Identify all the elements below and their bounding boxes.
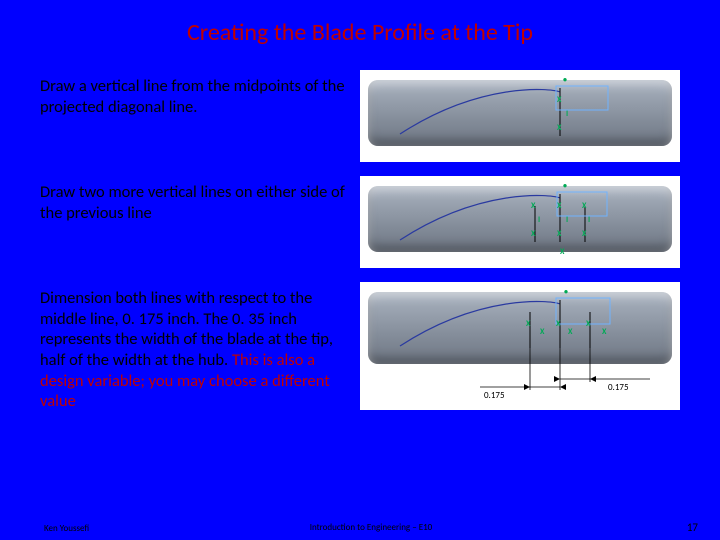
svg-text:I: I <box>566 215 568 225</box>
step-image: • XX XX XX 0.175 0.175 <box>360 282 680 410</box>
svg-text:X: X <box>582 201 587 211</box>
svg-text:•: • <box>564 287 568 297</box>
svg-text:X: X <box>557 95 562 105</box>
sketch-overlay: • XXX III XXX X <box>360 176 680 268</box>
page-number: 17 <box>480 521 720 534</box>
svg-text:X: X <box>557 123 562 133</box>
svg-text:X: X <box>557 201 562 211</box>
step-text: Draw a vertical line from the midpoints … <box>40 70 350 117</box>
footer: Ken Youssefi Introduction to Engineering… <box>0 521 720 534</box>
svg-text:X: X <box>531 201 536 211</box>
svg-text:•: • <box>563 181 567 191</box>
svg-text:X: X <box>557 229 562 239</box>
step-image: • XXX III XXX X <box>360 176 680 268</box>
svg-text:X: X <box>602 327 607 337</box>
dimension-label: 0.175 <box>484 390 505 401</box>
svg-text:X: X <box>582 229 587 239</box>
svg-text:X: X <box>568 327 573 337</box>
svg-text:X: X <box>556 319 561 329</box>
sketch-overlay: • XX XX XX <box>360 282 680 410</box>
content: Draw a vertical line from the midpoints … <box>0 70 720 412</box>
dimension-label: 0.175 <box>608 382 629 393</box>
slide-title: Creating the Blade Profile at the Tip <box>0 18 720 47</box>
svg-text:I: I <box>588 215 590 225</box>
svg-text:I: I <box>538 215 540 225</box>
step-row: Dimension both lines with respect to the… <box>0 282 720 412</box>
svg-text:X: X <box>586 319 591 329</box>
svg-text:I: I <box>566 109 568 119</box>
step-row: Draw two more vertical lines on either s… <box>0 176 720 268</box>
svg-text:X: X <box>560 247 565 257</box>
sketch-overlay: • X I X <box>360 70 680 162</box>
svg-text:X: X <box>526 319 531 329</box>
step-text: Draw two more vertical lines on either s… <box>40 176 350 223</box>
footer-author: Ken Youssefi <box>0 523 262 534</box>
svg-text:•: • <box>563 75 567 85</box>
footer-course: Introduction to Engineering – E10 <box>262 522 480 534</box>
step-row: Draw a vertical line from the midpoints … <box>0 70 720 162</box>
svg-text:X: X <box>540 327 545 337</box>
svg-text:X: X <box>531 229 536 239</box>
step-image: • X I X <box>360 70 680 162</box>
step-text: Dimension both lines with respect to the… <box>40 282 350 412</box>
